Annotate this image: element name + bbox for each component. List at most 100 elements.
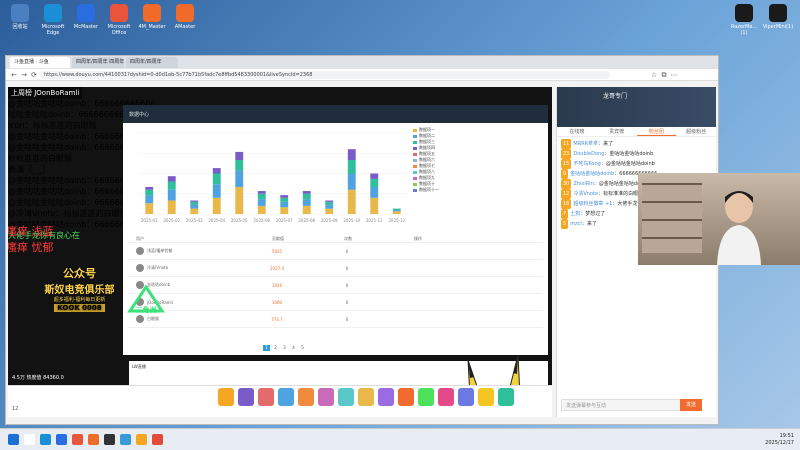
desktop-icon[interactable]: 回收站 bbox=[4, 4, 36, 30]
bar bbox=[190, 200, 199, 202]
gift-icon[interactable] bbox=[438, 388, 454, 406]
table-row[interactable]: 冷清/Vnote 1027.4 0 bbox=[128, 260, 543, 277]
level-badge: 30 bbox=[561, 179, 572, 189]
taskbar: 19:51 2025/12/17 bbox=[0, 428, 800, 450]
gift-icon[interactable] bbox=[258, 388, 274, 406]
chat-message: 23 DoubleDong：金咕咕金咕咕doinb bbox=[561, 149, 654, 159]
taskbar-app-icon[interactable] bbox=[56, 434, 67, 445]
row-name: 浅蓝/瘙痒忧郁 bbox=[147, 248, 173, 253]
gift-icon[interactable] bbox=[398, 388, 414, 406]
desktop-icon[interactable]: McMaster bbox=[70, 4, 102, 30]
send-button[interactable]: 发送 bbox=[680, 399, 702, 411]
x-tick-label: 2025-04 bbox=[208, 218, 225, 223]
level-badge: 15 bbox=[561, 159, 572, 169]
page-button[interactable]: 2 bbox=[272, 345, 279, 351]
danmaku-message: 标标准准的白眼猴 bbox=[8, 87, 552, 98]
browser-tab[interactable]: 四周年/四周年 bbox=[126, 57, 178, 68]
desktop-icon[interactable]: 4M_Master bbox=[136, 4, 168, 30]
gift-icon[interactable] bbox=[298, 388, 314, 406]
level-badge: 11 bbox=[561, 139, 572, 149]
browser-tab-active[interactable]: 斗鱼直播 · 斗鱼 bbox=[10, 57, 70, 68]
chat-tab[interactable]: 粉丝团 bbox=[636, 127, 677, 136]
chat-text: 来了 bbox=[586, 221, 597, 227]
page-button[interactable]: 3 bbox=[281, 345, 288, 351]
taskbar-app-icon[interactable] bbox=[40, 434, 51, 445]
taskbar-app-icon[interactable] bbox=[104, 434, 115, 445]
chat-username[interactable]: DoubleDong bbox=[573, 151, 604, 157]
viewer-count: 4.5万 热度值 84360.0 bbox=[12, 375, 64, 381]
chat-text: 梦想过了 bbox=[585, 211, 606, 217]
gift-icon[interactable] bbox=[338, 388, 354, 406]
chat-username[interactable]: mzcl bbox=[570, 221, 582, 227]
table-row[interactable]: 金咕咕doinb 1016 0 bbox=[128, 277, 543, 294]
start-icon[interactable] bbox=[8, 434, 19, 445]
extensions-icon[interactable]: ⧉ bbox=[660, 71, 668, 79]
chat-username[interactable]: 不死鸟Kong bbox=[573, 161, 600, 167]
stream-bottom-bar: 4.5万 热度值 84360.0 12 bbox=[8, 375, 552, 417]
chat-username[interactable]: 土狗 bbox=[570, 211, 580, 217]
table-row[interactable]: JOonBoRamli 1000 0 bbox=[128, 294, 543, 311]
forward-icon[interactable]: → bbox=[20, 71, 28, 79]
level-badge: 5 bbox=[561, 219, 569, 229]
bar bbox=[347, 149, 356, 160]
url-input[interactable]: https://www.douyu.com/4410031?dyshid=0-d… bbox=[40, 70, 610, 79]
x-tick-label: 2025-08 bbox=[298, 218, 315, 223]
taskbar-app-icon[interactable] bbox=[88, 434, 99, 445]
chat-username[interactable]: MRRR拿拿 bbox=[573, 141, 598, 147]
gift-icon[interactable] bbox=[218, 388, 234, 406]
gift-icon[interactable] bbox=[318, 388, 334, 406]
browser-tab[interactable]: 四周年/四周年 四周年 bbox=[72, 57, 124, 68]
refresh-icon[interactable]: ⟳ bbox=[30, 71, 38, 79]
bar bbox=[280, 201, 289, 208]
chat-username[interactable]: 金咕咕金咕咕doinb bbox=[570, 171, 614, 177]
chat-username[interactable]: 冷清Vnote bbox=[573, 191, 598, 197]
taskbar-app-icon[interactable] bbox=[120, 434, 131, 445]
promo-tagline: 超多福利·福利每日更新 bbox=[53, 297, 106, 303]
clock[interactable]: 19:51 2025/12/17 bbox=[765, 433, 794, 447]
page-button[interactable]: 4 bbox=[290, 345, 297, 351]
promo-kook: KOOK 0008 bbox=[54, 304, 105, 312]
back-icon[interactable]: ← bbox=[10, 71, 18, 79]
table-row[interactable]: 白眼猴 774.7 0 bbox=[128, 311, 543, 328]
page-button[interactable]: 1 bbox=[263, 345, 270, 351]
page-button[interactable]: 5 bbox=[299, 345, 306, 351]
x-tick-label: 2025-03 bbox=[186, 218, 203, 223]
gift-icon[interactable] bbox=[478, 388, 494, 406]
bar bbox=[257, 193, 266, 200]
menu-icon[interactable]: ⋯ bbox=[670, 71, 678, 79]
desktop-icon[interactable]: RazerMe...(1) bbox=[728, 4, 760, 36]
chat-tab[interactable]: 在线榜 bbox=[557, 127, 597, 136]
legend-swatch bbox=[413, 152, 417, 156]
gift-icon[interactable] bbox=[358, 388, 374, 406]
taskbar-app-icon[interactable] bbox=[136, 434, 147, 445]
level-badge: 12 bbox=[561, 189, 572, 199]
star-icon[interactable]: ☆ bbox=[650, 71, 658, 79]
chat-tab[interactable]: 超级粉丝 bbox=[676, 127, 716, 136]
desktop-icon[interactable]: ViperMini(1) bbox=[762, 4, 794, 30]
x-tick-label: 2025-09 bbox=[321, 218, 338, 223]
desktop-icon[interactable]: Microsoft Office bbox=[103, 4, 135, 36]
webcam-shelf bbox=[642, 183, 702, 253]
gift-icon[interactable] bbox=[238, 388, 254, 406]
taskbar-app-icon[interactable] bbox=[152, 434, 163, 445]
legend-label: 数据项十一 bbox=[419, 187, 439, 192]
dashboard: 数据中心 2025-01 2025-02 2025-03 2025-04 2025-05… bbox=[123, 105, 548, 355]
chat-username[interactable]: 超级粉丝徽章 +1 bbox=[573, 201, 612, 207]
table-row[interactable]: 浅蓝/瘙痒忧郁 5025 0 bbox=[128, 243, 543, 260]
legend-label: 数据项九 bbox=[419, 175, 435, 180]
gift-icon[interactable] bbox=[278, 388, 294, 406]
gift-icon[interactable] bbox=[498, 388, 514, 406]
desktop-icon[interactable]: Microsoft Edge bbox=[37, 4, 69, 36]
gift-icon[interactable] bbox=[378, 388, 394, 406]
row-value: 5025 bbox=[271, 248, 283, 254]
desktop-icon[interactable]: AMaster bbox=[169, 4, 201, 30]
gift-icon[interactable] bbox=[458, 388, 474, 406]
chat-tab[interactable]: 贵宾榜 bbox=[597, 127, 637, 136]
stream-video[interactable]: 数据中心 2025-01 2025-02 2025-03 2025-04 2025-05… bbox=[8, 87, 552, 385]
gift-icon[interactable] bbox=[418, 388, 434, 406]
taskbar-app-icon[interactable] bbox=[24, 434, 35, 445]
clock-time: 19:51 bbox=[779, 433, 794, 439]
chat-username[interactable]: ZhixiRin bbox=[573, 181, 593, 187]
taskbar-app-icon[interactable] bbox=[72, 434, 83, 445]
chat-input[interactable]: 发送弹幕参与互动 bbox=[561, 399, 681, 411]
